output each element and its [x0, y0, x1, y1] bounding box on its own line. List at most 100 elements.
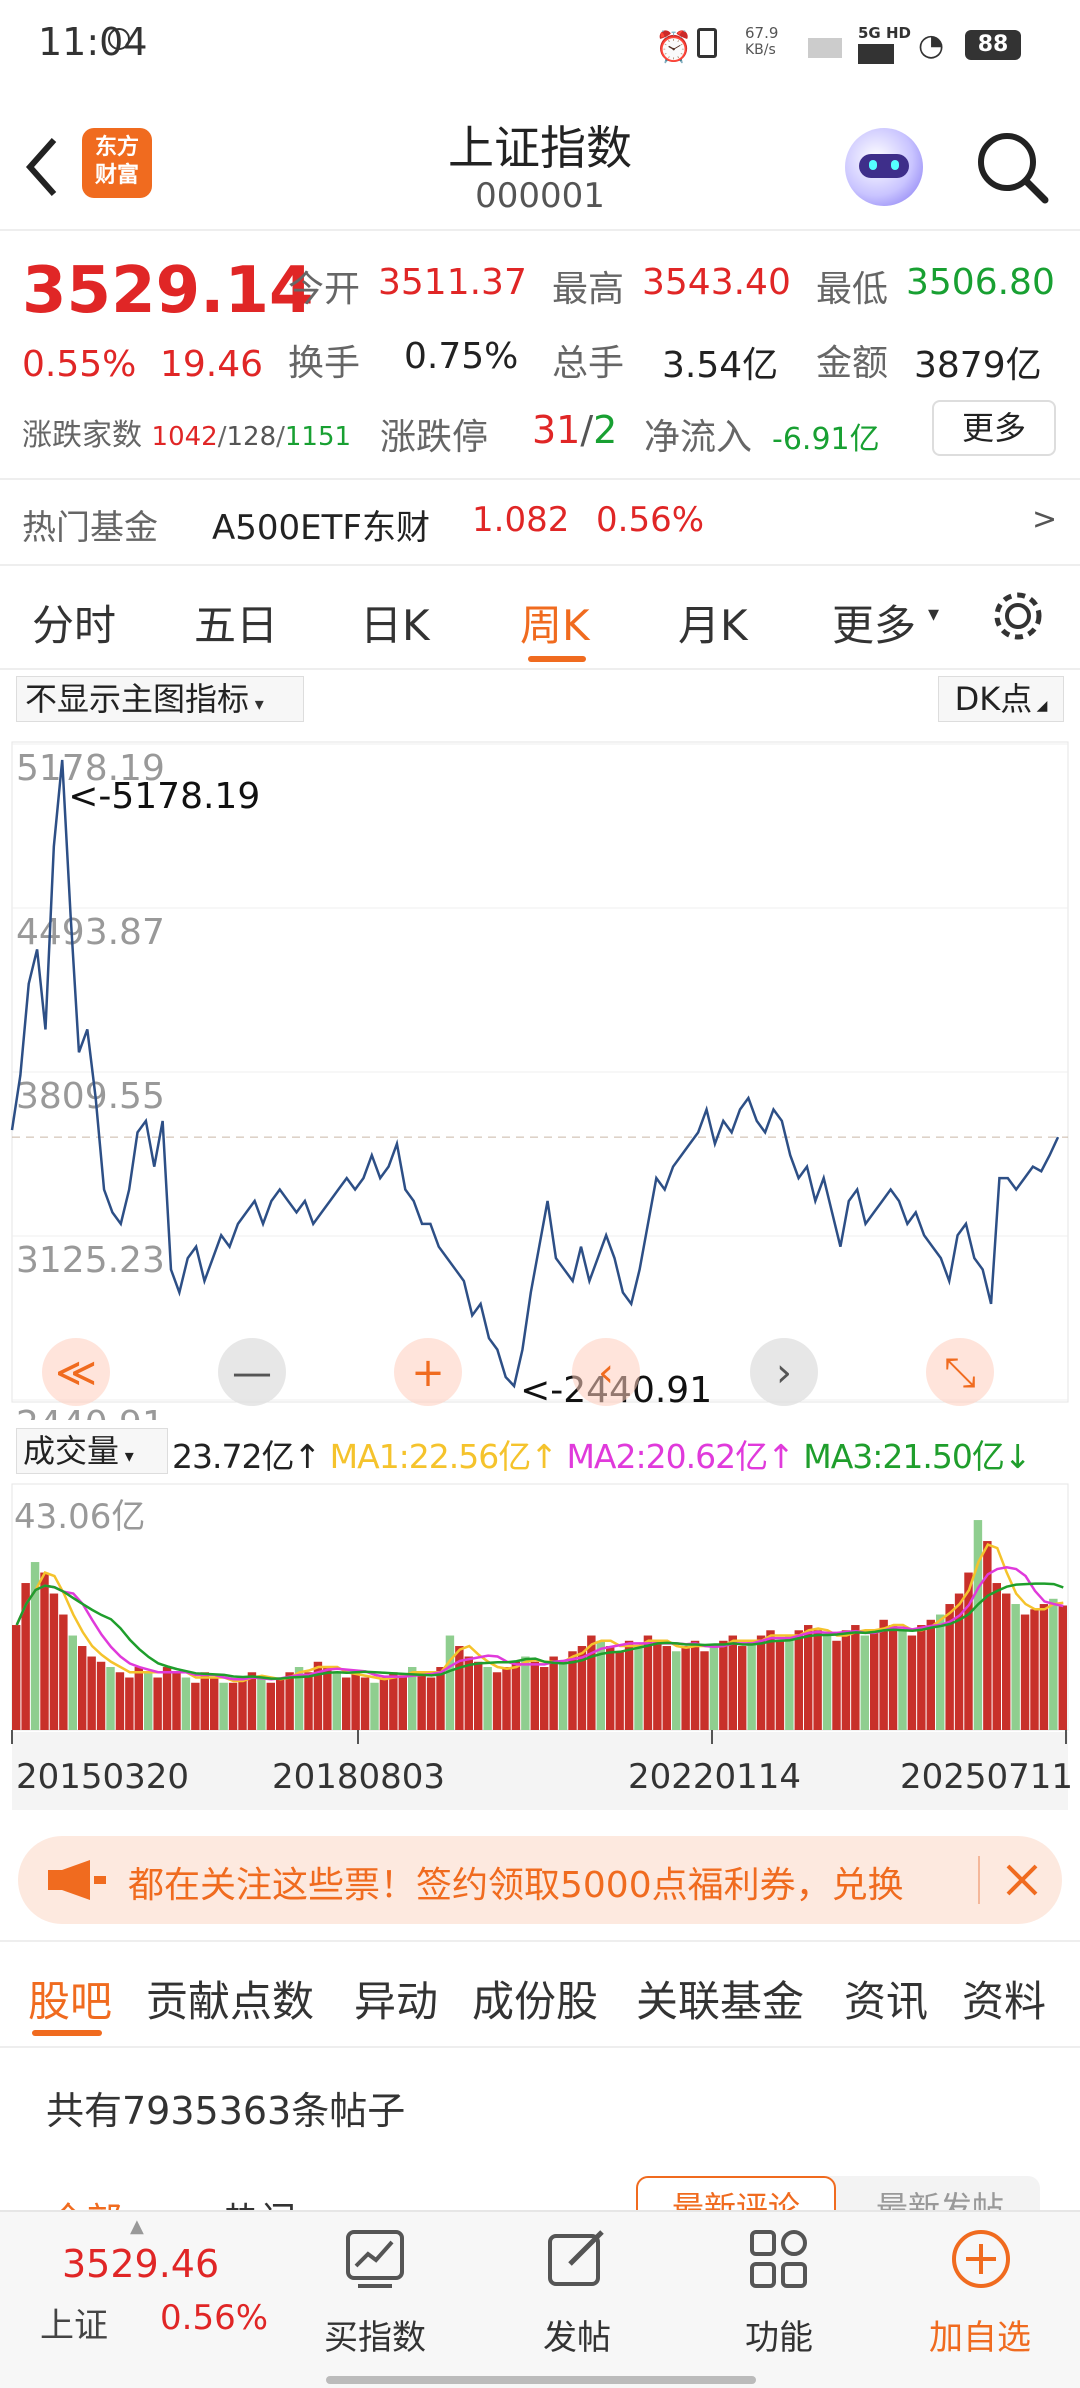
volume-bar — [794, 1630, 803, 1730]
tab-constituents[interactable]: 成份股 — [472, 1968, 598, 2029]
gear-icon[interactable] — [990, 588, 1046, 644]
volume-select-label: 成交量 — [23, 1432, 120, 1470]
close-icon[interactable] — [1002, 1860, 1042, 1900]
volume-bar — [106, 1667, 115, 1730]
more-button[interactable]: 更多 — [932, 400, 1056, 456]
add-watch-button[interactable]: 加自选 — [910, 2218, 1050, 2378]
x-tick-label: 20220114 — [628, 1757, 801, 1797]
volume-bar — [634, 1646, 643, 1730]
volume-bar — [606, 1646, 615, 1730]
volume-indicators: 23.72亿↑ MA1:22.56亿↑ MA2:20.62亿↑ MA3:21.5… — [172, 1430, 1032, 1478]
price-line — [10, 759, 1060, 1389]
limit-label: 涨跌停 — [380, 417, 489, 458]
volume-y-label: 43.06亿 — [14, 1497, 145, 1537]
volume-bar — [172, 1672, 181, 1730]
bottom-index-price[interactable]: 3529.46 — [62, 2242, 219, 2286]
open-value: 3511.37 — [378, 262, 527, 303]
bottom-index-name[interactable]: 上证 — [40, 2298, 108, 2347]
tab-wuri[interactable]: 五日 — [194, 592, 278, 653]
volume-bar — [436, 1667, 445, 1730]
pan-right-icon[interactable]: › — [750, 1338, 818, 1406]
breadth-up: 1042 — [151, 422, 218, 452]
back-icon[interactable] — [22, 132, 62, 202]
signal-icon-2 — [858, 44, 894, 64]
net-speed: 67.9 — [745, 24, 779, 42]
zoom-in-icon-glyph: + — [411, 1350, 445, 1396]
volume-bar — [832, 1640, 841, 1730]
dk-points-button[interactable]: DK点 ◢ — [938, 676, 1064, 722]
volume-bar — [153, 1677, 162, 1730]
volume-bar — [747, 1640, 756, 1730]
volume-select[interactable]: 成交量 ▾ — [16, 1428, 168, 1474]
volume-bar — [653, 1640, 662, 1730]
hot-fund-pct: 0.56% — [596, 500, 705, 540]
home-indicator — [326, 2376, 756, 2384]
change-percent: 0.55% — [22, 344, 137, 385]
zoom-out-icon[interactable]: — — [218, 1338, 286, 1406]
tab-profile[interactable]: 资料 — [962, 1968, 1046, 2029]
banner-text: 都在关注这些票！签约领取5000点福利券，兑换 — [128, 1865, 904, 1906]
bottom-index-pct[interactable]: 0.56% — [160, 2298, 268, 2338]
zoom-in-icon[interactable]: + — [394, 1338, 462, 1406]
ma2-label: MA2:20.62亿 — [566, 1437, 768, 1476]
volume-bar — [888, 1625, 898, 1730]
limit-values: 31/2 — [532, 408, 617, 452]
tab-anomaly[interactable]: 异动 — [354, 1968, 438, 2029]
promo-banner[interactable]: 都在关注这些票！签约领取5000点福利券，兑换 — [18, 1836, 1062, 1924]
inflow-value: -6.91亿 — [772, 422, 880, 457]
tab-guba[interactable]: 股吧 — [28, 1968, 112, 2029]
volume-bar — [78, 1646, 87, 1730]
volume-bar — [643, 1635, 653, 1730]
x-tick-label: 20250711 — [900, 1757, 1073, 1797]
hot-fund-row[interactable]: 热门基金 A500ETF东财 1.082 0.56% > — [0, 480, 1080, 564]
volume-bar — [662, 1646, 671, 1730]
volume-bar — [464, 1656, 473, 1730]
volume-bar — [144, 1672, 153, 1730]
volume-bar — [68, 1635, 77, 1730]
volume-bar — [851, 1625, 860, 1730]
volume-bar — [351, 1672, 360, 1730]
volume-bar — [992, 1583, 1001, 1730]
tab-more[interactable]: 更多 — [832, 592, 916, 653]
volume-bar — [1039, 1604, 1049, 1730]
brand-logo[interactable]: 东方 财富 — [82, 128, 152, 198]
robot-assistant-icon[interactable] — [845, 128, 923, 206]
chevrons-left-icon[interactable]: ≪ — [42, 1338, 110, 1406]
volume-bar — [483, 1667, 492, 1730]
tab-yuek[interactable]: 月K — [678, 592, 748, 653]
volume-bar — [87, 1656, 96, 1730]
volume-bar — [360, 1677, 370, 1730]
volume-bar — [766, 1630, 775, 1730]
chevrons-left-icon-glyph: ≪ — [55, 1350, 97, 1396]
tab-zhouk[interactable]: 周K — [520, 592, 590, 653]
ma1-label: MA1:22.56亿 — [329, 1437, 532, 1476]
tab-rik[interactable]: 日K — [360, 592, 430, 653]
buy-index-button[interactable]: 买指数 — [310, 2218, 440, 2378]
pan-left-icon[interactable]: ‹ — [572, 1338, 640, 1406]
weekly-k-chart[interactable]: 5178.194493.873809.553125.232440.91<-517… — [0, 730, 1080, 1420]
y-tick-label: 3809.55 — [16, 1076, 165, 1117]
volume-bar — [870, 1630, 879, 1730]
limit-down: 2 — [593, 408, 618, 452]
fullscreen-icon[interactable]: ⤡ — [926, 1338, 994, 1406]
indicator-select[interactable]: 不显示主图指标 ▾ — [16, 676, 304, 722]
volume-chart[interactable]: 43.06亿 20150320 20180803 20220114 20250711 — [0, 1480, 1080, 1820]
breadth-slash-2: / — [276, 422, 285, 452]
volume-bar — [426, 1677, 436, 1730]
hot-fund-label: 热门基金 — [22, 508, 158, 548]
tab-fenshi[interactable]: 分时 — [32, 592, 116, 653]
post-button[interactable]: 发帖 — [512, 2218, 642, 2378]
search-icon[interactable] — [975, 130, 1051, 206]
brand-line1: 东方 — [94, 135, 139, 160]
volume-bar — [1049, 1598, 1058, 1730]
functions-button[interactable]: 功能 — [714, 2218, 844, 2378]
high-label: 最高 — [552, 269, 625, 310]
volume-bar — [511, 1661, 521, 1730]
tab-related-funds[interactable]: 关联基金 — [636, 1968, 804, 2029]
tab-contribution[interactable]: 贡献点数 — [146, 1968, 314, 2029]
functions-label: 功能 — [745, 2318, 813, 2358]
status-bar: 11:04 ⏰ 67.9 KB/s 5G HD ◔ 88 — [0, 0, 1080, 110]
vol-arrow: ↑ — [293, 1437, 321, 1476]
volume-bar — [1011, 1604, 1020, 1730]
tab-news[interactable]: 资讯 — [844, 1968, 928, 2029]
